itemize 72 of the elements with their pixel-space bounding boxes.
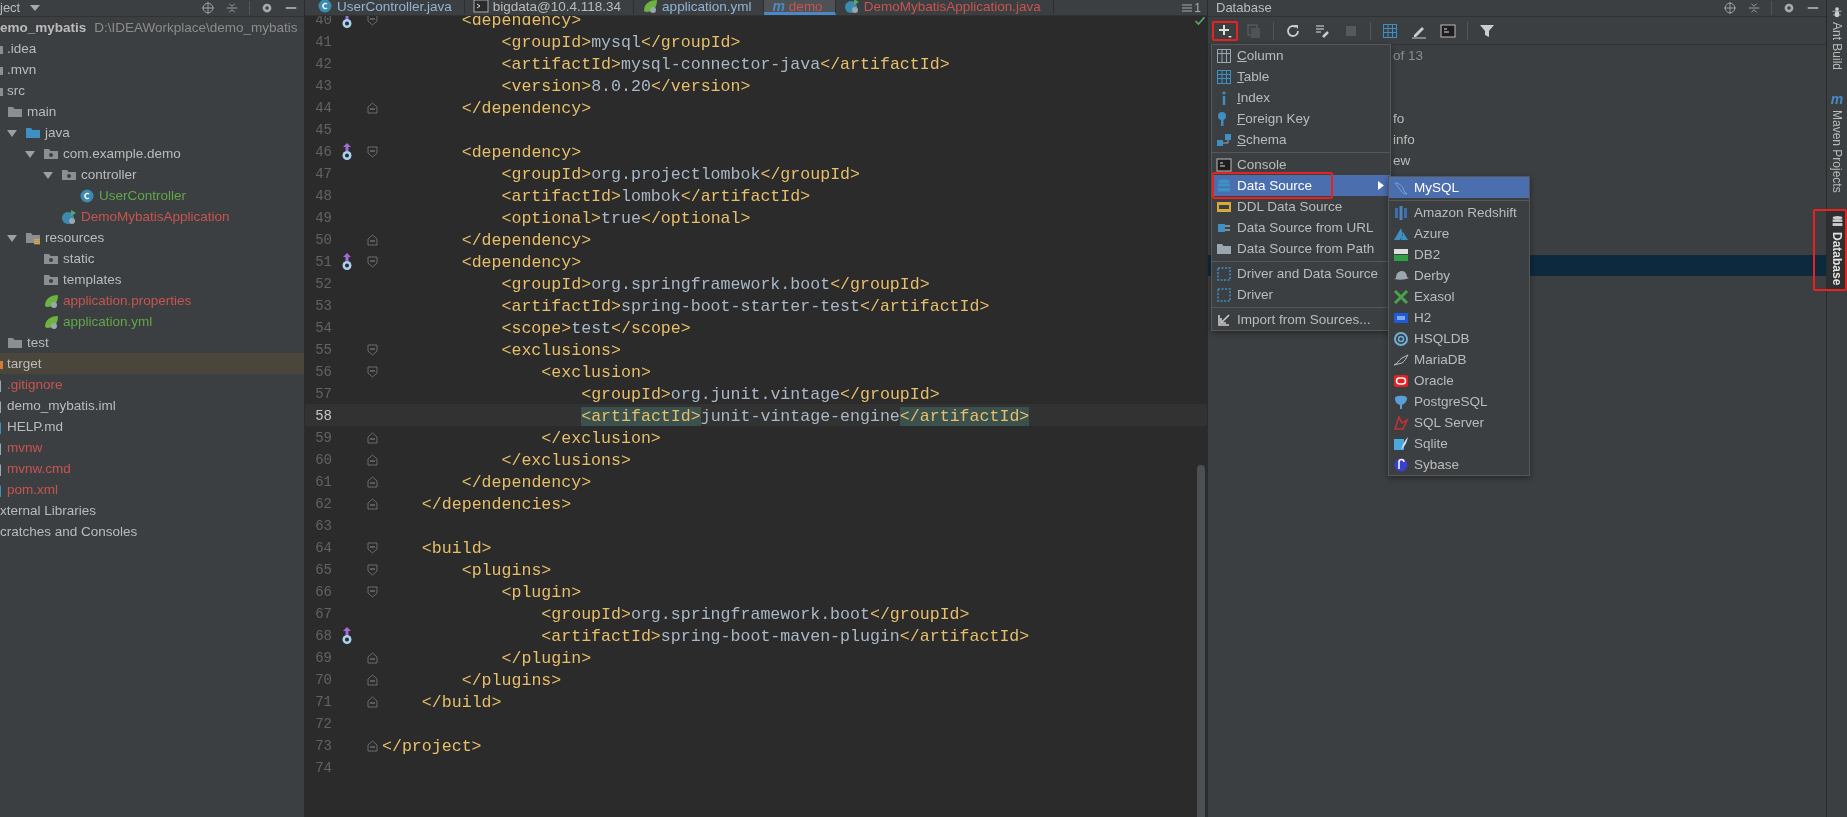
maven-icon: m (1830, 92, 1844, 107)
line-number: 47 (314, 165, 332, 184)
line-number: 44 (314, 99, 332, 118)
line-number: 50 (314, 231, 332, 250)
code-line: <version>8.0.20</version> (501, 76, 751, 96)
line-number: 49 (314, 209, 332, 228)
code-line: <groupId>org.springframework.boot</groupId> (541, 604, 970, 624)
line-number: 55 (314, 341, 332, 360)
code-line: </dependency> (461, 472, 592, 492)
line-number: 61 (314, 473, 332, 492)
line-number: 45 (314, 121, 332, 140)
panel-title: Database (1216, 0, 1272, 16)
line-number: 64 (314, 539, 332, 558)
line-number: 74 (314, 759, 332, 778)
line-number: 52 (314, 275, 332, 294)
line-number: 71 (314, 693, 332, 712)
line-number: 51 (314, 253, 332, 272)
line-number: 59 (314, 429, 332, 448)
line-number: 48 (314, 187, 332, 206)
code-line: <artifactId>spring-boot-starter-test</artifactId> (501, 296, 990, 316)
line-number: 69 (314, 649, 332, 668)
line-number: 68 (314, 627, 332, 646)
line-number: 54 (314, 319, 332, 338)
code-line: </build> (421, 692, 502, 712)
code-line: <artifactId>mysql-connector-java</artifactId> (501, 54, 950, 74)
line-number: 70 (314, 671, 332, 690)
tree-label: info (1393, 132, 1415, 147)
line-number: 73 (314, 737, 332, 756)
code-line: <exclusions> (501, 340, 621, 360)
code-line: </plugin> (501, 648, 592, 668)
tree-label: of 13 (1393, 48, 1424, 63)
line-number: 60 (314, 451, 332, 470)
code-line: </dependency> (461, 230, 592, 250)
line-number: 53 (314, 297, 332, 316)
line-number: 62 (314, 495, 332, 514)
code-line: <dependency> (461, 252, 582, 272)
line-number: 58 (314, 407, 332, 426)
line-number: 66 (314, 583, 332, 602)
line-number: 67 (314, 605, 332, 624)
code-line: <groupId>org.springframework.boot</groupId> (501, 274, 930, 294)
code-line: <scope>test</scope> (501, 318, 691, 338)
line-number: 65 (314, 561, 332, 580)
code-line: <artifactId>junit-vintage-engine</artifactId> (581, 406, 1030, 426)
tree-label: fo (1393, 111, 1405, 126)
line-number: 56 (314, 363, 332, 382)
code-line: </dependency> (461, 98, 592, 118)
code-line: <artifactId>spring-boot-maven-plugin</artifactId> (541, 626, 1030, 646)
code-line: <groupId>org.junit.vintage</groupId> (581, 384, 940, 404)
code-line: </exclusion> (541, 428, 661, 448)
code-line: <artifactId>lombok</artifactId> (501, 186, 811, 206)
code-line: </project> (382, 736, 482, 756)
code-line: <optional>true</optional> (501, 208, 751, 228)
code-line: </dependencies> (421, 494, 572, 514)
line-number: 41 (314, 33, 332, 52)
code-line: <groupId>mysql</groupId> (501, 32, 741, 52)
tree-label: ew (1393, 153, 1411, 168)
code-line: <dependency> (461, 142, 582, 162)
project-path: D:\IDEAWorkplace\demo_mybatis (94, 20, 298, 35)
code-line: </plugins> (461, 670, 562, 690)
code-line: <plugin> (501, 582, 582, 602)
code-line: <groupId>org.projectlombok</groupId> (501, 164, 860, 184)
line-number: 46 (314, 143, 332, 162)
code-line: <plugins> (461, 560, 552, 580)
code-line: </exclusions> (501, 450, 631, 470)
line-number: 63 (314, 517, 332, 536)
line-number: 72 (314, 715, 332, 734)
code-line: <build> (421, 538, 492, 558)
code-line: <exclusion> (541, 362, 651, 382)
line-number: 57 (314, 385, 332, 404)
line-number: 43 (314, 77, 332, 96)
maven-icon: m (772, 0, 785, 13)
line-number: 42 (314, 55, 332, 74)
